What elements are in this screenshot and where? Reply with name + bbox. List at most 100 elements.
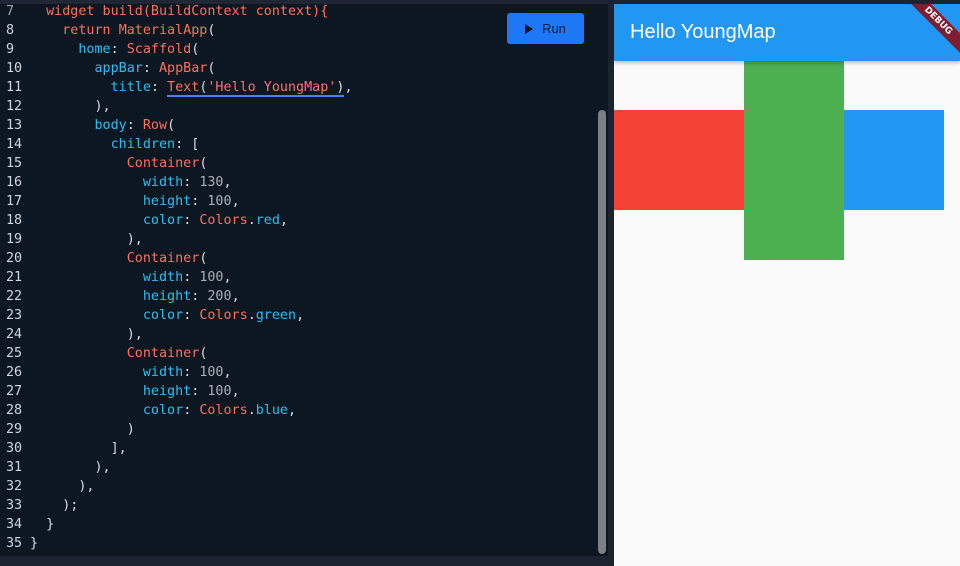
code-text: color: Colors.blue, <box>30 401 296 420</box>
code-line[interactable]: 17 height: 100, <box>0 192 596 211</box>
code-token: . <box>247 308 256 323</box>
line-number: 9 <box>6 42 15 57</box>
code-token: ( <box>199 251 208 266</box>
code-text: ), <box>30 230 143 249</box>
code-token: Scaffold <box>126 42 192 57</box>
line-number: 28 <box>6 403 23 418</box>
code-text: width: 100, <box>30 363 232 382</box>
code-line[interactable]: 13 body: Row( <box>0 116 596 135</box>
code-line[interactable]: 19 ), <box>0 230 596 249</box>
line-number: 17 <box>6 194 23 209</box>
code-line[interactable]: 23 color: Colors.green, <box>0 306 596 325</box>
app-preview: Hello YoungMap DEBUG <box>614 4 960 566</box>
code-token: ( <box>199 346 208 361</box>
editor-footer <box>0 556 608 566</box>
line-number: 11 <box>6 80 23 95</box>
code-text: ), <box>30 325 143 344</box>
line-number: 16 <box>6 175 23 190</box>
code-token: children <box>110 137 176 152</box>
code-token: home <box>78 42 111 57</box>
play-icon <box>525 23 534 34</box>
code-text: body: Row( <box>30 116 176 135</box>
code-text: height: 100, <box>30 382 240 401</box>
code-text: } <box>30 534 38 553</box>
code-line[interactable]: 31 ), <box>0 458 596 477</box>
code-line[interactable]: 20 Container( <box>0 249 596 268</box>
code-text: ) <box>30 420 135 439</box>
code-line[interactable]: 9 home: Scaffold( <box>0 40 596 59</box>
line-number: 30 <box>6 441 23 456</box>
code-line[interactable]: 27 height: 100, <box>0 382 596 401</box>
code-line[interactable]: 15 Container( <box>0 154 596 173</box>
line-number: 29 <box>6 422 23 437</box>
code-token: : <box>191 194 208 209</box>
code-line[interactable]: 35} <box>0 534 596 553</box>
line-number: 19 <box>6 232 23 247</box>
line-number: 10 <box>6 61 23 76</box>
run-button[interactable]: Run <box>507 13 584 44</box>
code-token: ), <box>30 327 143 342</box>
code-line[interactable]: 16 width: 130, <box>0 173 596 192</box>
code-line[interactable]: 21 width: 100, <box>0 268 596 287</box>
code-line[interactable]: 11 title: Text('Hello YoungMap'), <box>0 78 596 97</box>
code-line[interactable]: 28 color: Colors.blue, <box>0 401 596 420</box>
code-line[interactable]: 32 ), <box>0 477 596 496</box>
code-token: width <box>142 270 184 285</box>
code-text: color: Colors.red, <box>30 211 288 230</box>
code-line[interactable]: 14 children: [ <box>0 135 596 154</box>
code-text: ], <box>30 439 127 458</box>
code-line[interactable]: 18 color: Colors.red, <box>0 211 596 230</box>
code-token: Colors <box>199 213 248 228</box>
code-token: Text <box>167 80 200 97</box>
code-text: ), <box>30 97 110 116</box>
code-line[interactable]: 26 width: 100, <box>0 363 596 382</box>
code-token: : <box>183 270 200 285</box>
line-number: 27 <box>6 384 23 399</box>
code-token: } <box>30 517 55 532</box>
line-number: 15 <box>6 156 23 171</box>
green-container <box>744 60 844 260</box>
code-line[interactable]: 10 appBar: AppBar( <box>0 59 596 78</box>
code-text: Container( <box>30 344 208 363</box>
code-token: color <box>142 213 184 228</box>
line-number: 32 <box>6 479 23 494</box>
code-token: height <box>142 289 192 304</box>
code-line[interactable]: 29 ) <box>0 420 596 439</box>
code-token: height <box>142 384 192 399</box>
code-token: 100 <box>199 365 224 380</box>
code-token: body <box>94 118 127 133</box>
code-line[interactable]: 25 Container( <box>0 344 596 363</box>
code-token: 100 <box>207 194 232 209</box>
code-line[interactable]: 34 } <box>0 515 596 534</box>
code-token: ( <box>167 118 176 133</box>
code-token: height <box>142 194 192 209</box>
code-text: ), <box>30 477 94 496</box>
code-lines[interactable]: 7 widget build(BuildContext context){8 r… <box>0 4 596 553</box>
line-number: 24 <box>6 327 23 342</box>
code-token: , <box>223 175 232 190</box>
line-number: 26 <box>6 365 23 380</box>
code-line[interactable]: 12 ), <box>0 97 596 116</box>
editor-scrollbar-thumb[interactable] <box>598 110 606 554</box>
code-token: ( <box>199 156 208 171</box>
code-token: red <box>255 213 280 228</box>
code-token: , <box>279 213 288 228</box>
code-token: , <box>344 80 353 95</box>
code-line[interactable]: 22 height: 200, <box>0 287 596 306</box>
code-text: ), <box>30 458 110 477</box>
code-line[interactable]: 33 ); <box>0 496 596 515</box>
line-number: 8 <box>6 23 15 38</box>
code-editor[interactable]: 7 widget build(BuildContext context){8 r… <box>0 0 608 566</box>
code-line[interactable]: 24 ), <box>0 325 596 344</box>
code-token: width <box>142 365 184 380</box>
code-token: , <box>231 289 240 304</box>
code-line[interactable]: 30 ], <box>0 439 596 458</box>
app-bar-title: Hello YoungMap <box>630 21 776 43</box>
